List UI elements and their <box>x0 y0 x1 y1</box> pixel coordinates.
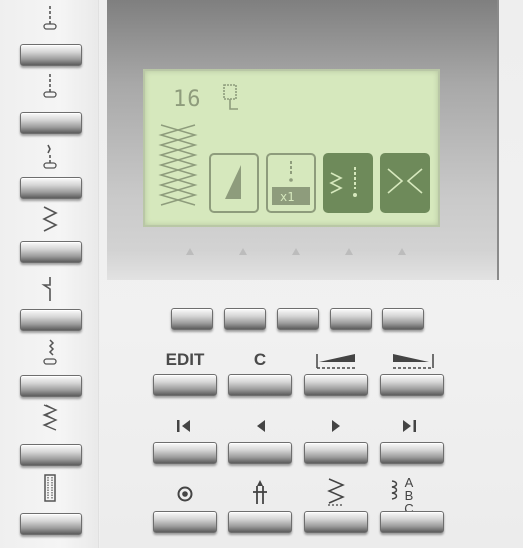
edit-label: EDIT <box>165 350 205 369</box>
straight-stitch-left-needle-icon <box>43 6 57 30</box>
straight-stitch-left-button[interactable] <box>20 44 82 66</box>
triple-zigzag-stitch-icon <box>42 404 58 431</box>
memory-record-icon <box>177 486 193 502</box>
softkey-indicator-4 <box>345 248 353 255</box>
jump-to-start-icon <box>177 420 190 432</box>
buttonhole-button[interactable] <box>20 513 82 535</box>
straight-stitch-center-button[interactable] <box>20 112 82 134</box>
alphabet-button[interactable] <box>380 511 444 533</box>
softkey-2-button[interactable] <box>224 308 266 330</box>
needle-position-button[interactable] <box>228 511 292 533</box>
softkey-5-button[interactable] <box>382 308 424 330</box>
tab-repeat-x1[interactable]: x1 <box>266 153 316 213</box>
delete-right-icon <box>393 354 434 369</box>
memory-button[interactable] <box>153 511 217 533</box>
tab-stitch-mirror-mark[interactable] <box>323 153 373 213</box>
zigzag-stitch-icon <box>42 206 58 232</box>
lcd-display: 16 x1 <box>143 69 440 227</box>
step-back-icon <box>257 420 265 432</box>
buttonhole-icon <box>44 474 56 502</box>
softkey-indicator-2 <box>239 248 247 255</box>
jump-to-start-button[interactable] <box>153 442 217 464</box>
softkey-1-button[interactable] <box>171 308 213 330</box>
stitch-number: 16 <box>173 87 202 112</box>
softkey-indicator-1 <box>186 248 194 255</box>
clear-button[interactable] <box>228 374 292 396</box>
svg-text:x1: x1 <box>280 190 294 204</box>
stretch-straight-stitch-icon <box>43 144 57 169</box>
stitch-width-button[interactable] <box>304 511 368 533</box>
blind-hem-stitch-button[interactable] <box>20 309 82 331</box>
mirror-icon <box>387 168 423 194</box>
bartack-stitch-icon <box>43 339 57 365</box>
straight-stitch-center-needle-icon <box>43 74 57 98</box>
tapering-icon <box>225 165 241 199</box>
abc-label: ABC <box>404 475 414 516</box>
tab-tapering[interactable] <box>209 153 259 213</box>
blind-hem-stitch-icon <box>41 277 51 301</box>
softkey-4-button[interactable] <box>330 308 372 330</box>
jump-to-end-icon <box>403 420 416 432</box>
step-forward-icon <box>332 420 340 432</box>
repeat-count-icon: x1 <box>272 161 310 205</box>
zigzag-stitch-button[interactable] <box>20 241 82 263</box>
needle-position-icon <box>253 480 267 504</box>
edit-button[interactable] <box>153 374 217 396</box>
stitch-preview-icon <box>158 124 198 206</box>
stitch-selector-column <box>0 0 100 548</box>
jump-to-end-button[interactable] <box>380 442 444 464</box>
step-forward-button[interactable] <box>304 442 368 464</box>
softkey-3-button[interactable] <box>277 308 319 330</box>
step-back-button[interactable] <box>228 442 292 464</box>
bartack-stitch-button[interactable] <box>20 375 82 397</box>
delete-right-button[interactable] <box>380 374 444 396</box>
softkey-indicator-3 <box>292 248 300 255</box>
clear-label: C <box>253 350 267 369</box>
stretch-straight-stitch-button[interactable] <box>20 177 82 199</box>
tab-mirror-x[interactable] <box>380 153 430 213</box>
stitch-width-icon <box>327 478 345 506</box>
presser-foot-icon <box>223 84 238 110</box>
softkey-indicator-5 <box>398 248 406 255</box>
delete-left-icon <box>316 354 357 369</box>
triple-zigzag-stitch-button[interactable] <box>20 444 82 466</box>
delete-left-button[interactable] <box>304 374 368 396</box>
mirror-warning-icon <box>329 167 357 197</box>
